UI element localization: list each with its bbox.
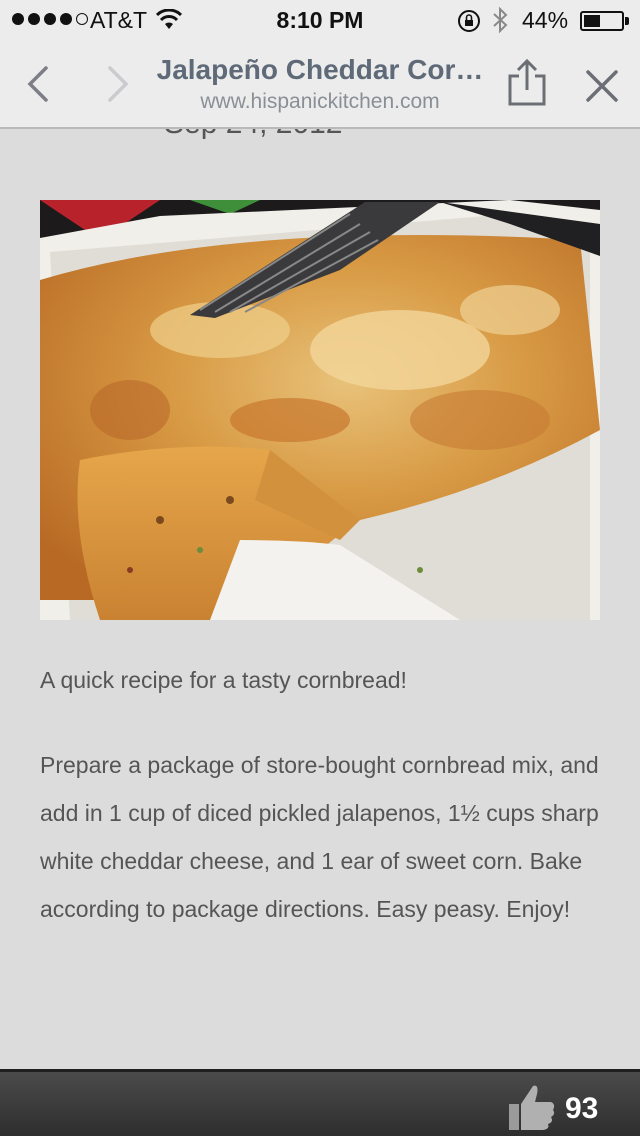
article-body: Prepare a package of store-bought cornbr… [40,752,599,922]
cornbread-photo [40,200,600,620]
article-intro: A quick recipe for a tasty cornbread! [40,667,407,693]
article-content[interactable]: Sep 24, 2012 [0,129,640,1069]
battery-percentage: 44% [522,7,569,33]
rotation-lock-icon [458,10,480,32]
browser-nav-bar: Jalapeño Cheddar Cor… www.hispanickitche… [0,40,640,129]
back-button[interactable] [20,62,60,106]
battery-icon [580,11,624,31]
like-count: 93 [565,1092,599,1125]
forward-button[interactable] [98,62,138,106]
battery-fill [584,15,600,27]
thumbs-up-icon [509,1085,555,1130]
bluetooth-icon [493,6,508,34]
like-button[interactable]: 93 [505,1080,635,1134]
share-icon[interactable] [504,58,550,108]
article-date: Sep 24, 2012 [164,129,343,141]
bottom-toolbar: 93 [0,1069,640,1136]
status-bar: AT&T 8:10 PM 44% [0,0,640,40]
page-url[interactable]: www.hispanickitchen.com [140,90,500,114]
page-title: Jalapeño Cheddar Cor… [156,54,484,85]
close-icon[interactable] [580,64,624,108]
